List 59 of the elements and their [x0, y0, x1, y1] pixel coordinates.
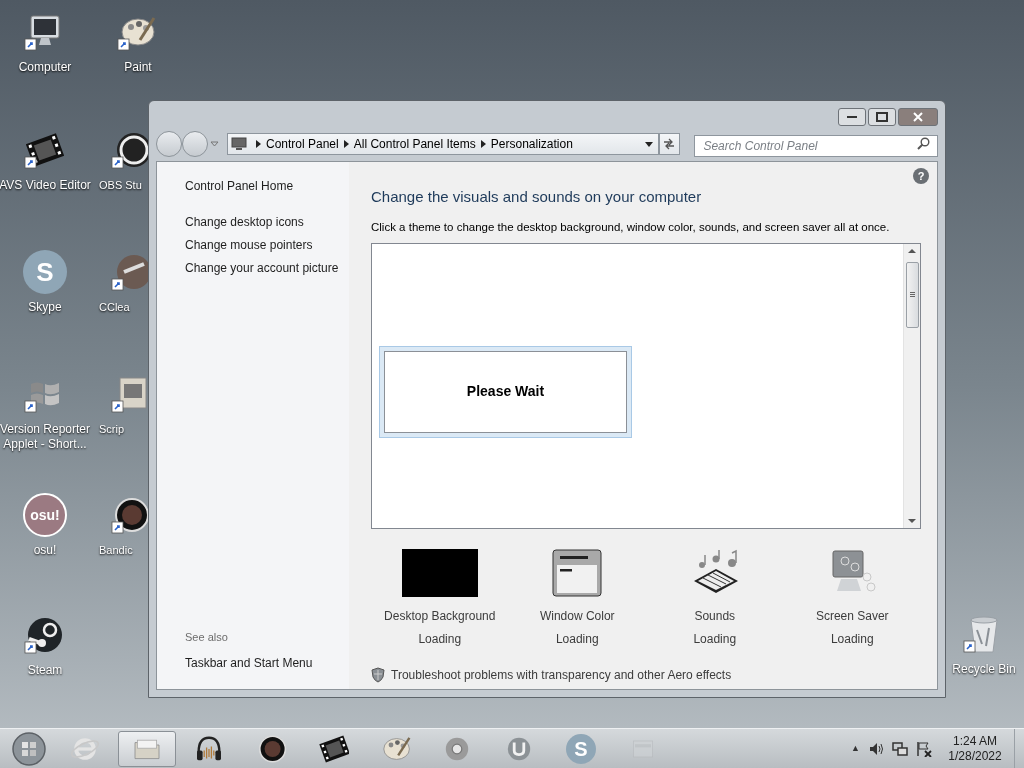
help-icon[interactable]: ?: [913, 168, 929, 184]
scroll-up-arrow-icon[interactable]: [908, 247, 916, 254]
desktop-icon-label[interactable]: CClea: [99, 300, 130, 315]
window-color-icon[interactable]: [552, 548, 603, 597]
page-heading: Change the visuals and sounds on your computer: [371, 187, 702, 207]
shield-icon: [371, 666, 385, 683]
sidebar-link[interactable]: Change desktop icons: [185, 215, 304, 230]
chevron-icon[interactable]: [256, 140, 261, 148]
setting-status: Loading: [830, 630, 874, 648]
computer-icon: [231, 137, 247, 151]
desktop-icon-label[interactable]: Paint: [124, 60, 152, 75]
desktop-icon-label[interactable]: Skype: [28, 300, 62, 315]
setting-link[interactable]: Desktop Background: [384, 606, 496, 625]
breadcrumb-item[interactable]: Personalization: [490, 135, 573, 153]
dropdown-arrow-icon[interactable]: [644, 141, 653, 147]
maximize-icon: [876, 112, 888, 122]
breadcrumb-item[interactable]: All Control Panel Items: [353, 135, 476, 153]
osu-logo-icon: osu!: [23, 493, 67, 537]
chevron-icon[interactable]: [480, 140, 486, 148]
page-description: Click a theme to change the desktop background, window color, sounds, and screen saver all at once.: [371, 219, 890, 235]
address-bar[interactable]: Control Panel All Control Panel Items Personalization: [227, 133, 659, 155]
scrollbar[interactable]: [903, 243, 920, 528]
wait-message: Please Wait: [466, 382, 545, 402]
desktop-icon-label[interactable]: Computer: [18, 60, 72, 75]
breadcrumb-item[interactable]: Control Panel: [266, 135, 339, 153]
troubleshoot-link[interactable]: Troubleshoot problems with transparency and other Aero effects: [391, 665, 732, 684]
maximize-button[interactable]: [868, 108, 896, 126]
clock-time[interactable]: 1:24 AM: [953, 733, 997, 749]
setting-status: Loading: [418, 630, 462, 648]
setting-status: Loading: [555, 630, 599, 648]
wallpaper-preview[interactable]: [401, 548, 478, 597]
minimize-button[interactable]: [838, 108, 866, 126]
refresh-icon: [662, 138, 677, 150]
search-field[interactable]: Search Control Panel: [694, 135, 938, 157]
setting-link[interactable]: Window Color: [539, 606, 615, 625]
sidebar-link[interactable]: Change mouse pointers: [185, 238, 313, 253]
refresh-button[interactable]: [658, 133, 681, 155]
show-hidden-icons-button[interactable]: ▲: [851, 741, 860, 756]
chevron-icon[interactable]: [343, 140, 349, 148]
flag-icon[interactable]: [916, 740, 932, 757]
sidebar-link[interactable]: Control Panel Home: [185, 179, 294, 194]
setting-link[interactable]: Screen Saver: [815, 606, 889, 625]
theme-list[interactable]: Please Wait: [371, 242, 921, 529]
sidebar-link[interactable]: Change your account picture: [185, 261, 339, 276]
search-icon[interactable]: [917, 137, 930, 150]
clock-date[interactable]: 1/28/2022: [948, 748, 1002, 764]
close-button[interactable]: [898, 108, 938, 126]
skype-logo-icon: S: [566, 733, 596, 764]
desktop-icon-label[interactable]: OBS Stu: [99, 178, 142, 193]
sidebar-link[interactable]: Taskbar and Start Menu: [185, 654, 313, 672]
minimize-icon: [847, 116, 857, 118]
close-icon: [913, 112, 923, 122]
setting-status: Loading: [693, 630, 737, 648]
setting-link[interactable]: Sounds: [694, 606, 736, 625]
see-also-heading: See also: [185, 629, 228, 645]
scroll-down-arrow-icon[interactable]: [908, 517, 916, 524]
skype-logo-icon: S: [23, 250, 67, 294]
desktop-icon-label[interactable]: AVS Video Editor: [0, 178, 91, 193]
network-icon[interactable]: [892, 740, 908, 757]
